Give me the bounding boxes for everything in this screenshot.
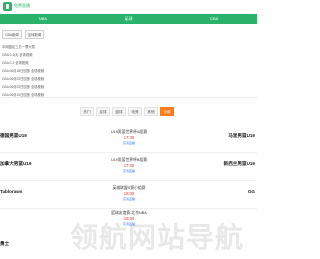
category-filters: 热门 足球 篮球 电竞 其他 全部 <box>80 107 174 116</box>
filter-basketball[interactable]: 篮球 <box>112 107 126 116</box>
news-item[interactable]: CBA 06月02日回放 全场视频 <box>2 75 120 83</box>
away-team: 马里男篮U19 <box>228 133 255 138</box>
tab-cba-news[interactable]: CBA新闻 <box>2 30 22 39</box>
section-divider <box>0 97 257 98</box>
live-link[interactable]: 高清直播 <box>98 197 160 202</box>
away-team: GG <box>247 189 255 194</box>
news-item[interactable]: CBA 06月02日回放 全场视频 <box>2 83 120 91</box>
nav-item-football[interactable]: 足球 <box>86 14 172 24</box>
filter-football[interactable]: 足球 <box>96 107 110 116</box>
news-item[interactable]: 中网国足三方一票大赛 <box>2 43 120 51</box>
watermark: 领航网站导航 <box>70 221 245 254</box>
filter-hot[interactable]: 热门 <box>80 107 94 116</box>
news-item[interactable]: CBA 06月18日回放 全场视频 <box>2 67 120 75</box>
match-info: 英雄联盟S赛小组赛 18:00 高清直播 <box>98 185 160 202</box>
filter-other[interactable]: 其他 <box>144 107 158 116</box>
site-logo[interactable]: 免费直播 <box>0 0 60 14</box>
nav-item-nba[interactable]: NBA <box>0 14 86 24</box>
live-link[interactable]: 高清直播 <box>98 141 160 146</box>
news-section: CBA新闻 足球新闻 中网国足三方一票大赛 CBA 0-2(3) 全场视频 CB… <box>0 30 120 99</box>
main-nav: NBA 足球 CBA <box>0 14 257 24</box>
filter-all[interactable]: 全部 <box>160 107 174 116</box>
tab-football-news[interactable]: 足球新闻 <box>24 30 45 39</box>
news-item[interactable]: CBA 0-3 全场视频 <box>2 59 120 67</box>
logo-icon <box>3 2 12 11</box>
nav-item-cba[interactable]: CBA <box>171 14 257 24</box>
live-link[interactable]: 高清直播 <box>98 169 160 174</box>
news-tabs: CBA新闻 足球新闻 <box>0 30 120 39</box>
match-info: U19男篮世界杯A组赛 17:30 高清直播 <box>98 129 160 146</box>
logo-text: 免费直播 <box>14 3 30 8</box>
news-list: 中网国足三方一票大赛 CBA 0-2(3) 全场视频 CBA 0-3 全场视频 … <box>0 43 120 99</box>
home-team: 德国男篮U19 <box>0 133 27 138</box>
home-team: 勇士 <box>0 241 10 246</box>
home-team: 加拿大男篮U19 <box>0 161 32 166</box>
match-row[interactable]: 加拿大男篮U19 U19男篮世界杯B组赛 17:30 高清直播 新西兰男篮U19 <box>0 152 257 180</box>
away-team: 新西兰男篮U19 <box>223 161 255 166</box>
home-team: Tabloraws <box>0 189 23 194</box>
news-item[interactable]: CBA 0-2(3) 全场视频 <box>2 51 120 59</box>
match-row[interactable]: Tabloraws 英雄联盟S赛小组赛 18:00 高清直播 GG <box>0 180 257 208</box>
match-row[interactable]: 德国男篮U19 U19男篮世界杯A组赛 17:30 高清直播 马里男篮U19 <box>0 124 257 152</box>
filter-esports[interactable]: 电竞 <box>128 107 142 116</box>
match-info: U19男篮世界杯B组赛 17:30 高清直播 <box>98 157 160 174</box>
